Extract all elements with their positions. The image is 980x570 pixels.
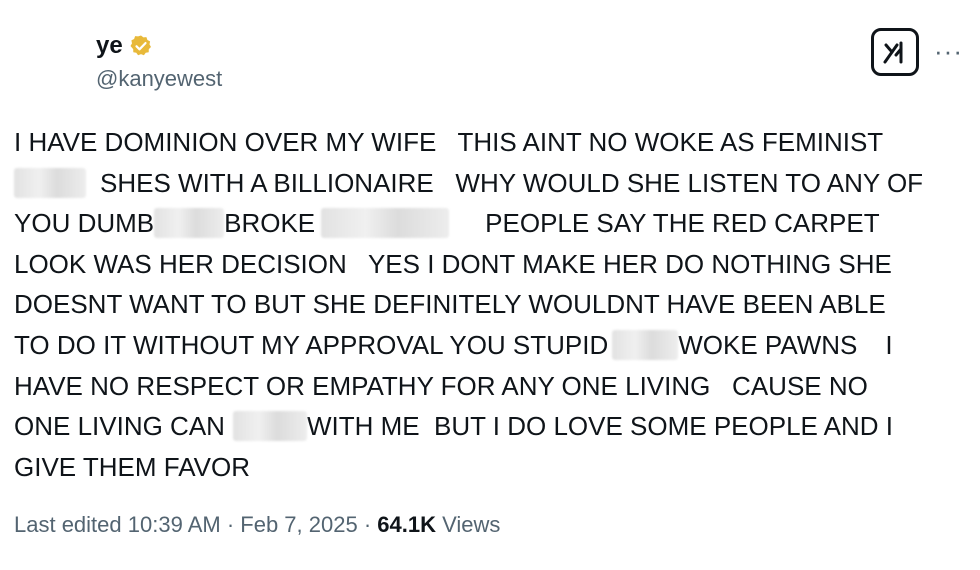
tweet-meta: Last edited 10:39 AM · Feb 7, 2025 · 64.… bbox=[14, 512, 500, 538]
tweet-line: YOU DUMB BROKE PEOPLE SAY THE RED CARPET bbox=[14, 203, 974, 244]
separator: · bbox=[357, 512, 378, 537]
tweet-text-segment: DOESNT WANT TO BUT SHE DEFINITELY WOULDN… bbox=[14, 289, 886, 320]
tweet-text-segment: I HAVE DOMINION OVER MY WIFE THIS AINT N… bbox=[14, 127, 884, 157]
views-count[interactable]: 64.1K bbox=[377, 512, 436, 537]
tweet-line: LOOK WAS HER DECISION YES I DONT MAKE HE… bbox=[14, 244, 974, 285]
views-label: Views bbox=[435, 512, 501, 537]
tweet-text: I HAVE DOMINION OVER MY WIFE THIS AINT N… bbox=[14, 122, 974, 487]
more-options-button[interactable]: ··· bbox=[934, 38, 963, 64]
verified-gold-badge-icon bbox=[130, 35, 151, 56]
tweet-text-segment: ONE LIVING CAN bbox=[14, 411, 225, 442]
censored-word bbox=[154, 208, 225, 239]
edited-label[interactable]: Last edited 10:39 AM bbox=[14, 512, 221, 537]
tweet-line: ONE LIVING CAN WITH ME BUT I DO LOVE SOM… bbox=[14, 406, 974, 447]
author-name-row[interactable]: ye bbox=[96, 32, 153, 60]
avatar[interactable] bbox=[14, 28, 80, 94]
tweet-line: TO DO IT WITHOUT MY APPROVAL YOU STUPID … bbox=[14, 325, 974, 366]
tweet-line: GIVE THEM FAVOR bbox=[14, 447, 974, 488]
censored-word bbox=[14, 167, 86, 198]
post-date[interactable]: Feb 7, 2025 bbox=[240, 512, 357, 537]
tweet-line: SHES WITH A BILLIONAIRE WHY WOULD SHE LI… bbox=[14, 163, 974, 204]
tweet-text-segment: SHES WITH A BILLIONAIRE WHY WOULD SHE LI… bbox=[100, 167, 924, 198]
censored-word bbox=[321, 208, 450, 239]
tweet-text-segment: I bbox=[885, 329, 893, 360]
tweet-line: HAVE NO RESPECT OR EMPATHY FOR ANY ONE L… bbox=[14, 366, 974, 407]
tweet-text-segment: HAVE NO RESPECT OR EMPATHY FOR ANY ONE L… bbox=[14, 370, 868, 401]
censored-word bbox=[232, 411, 307, 442]
tweet-line: I HAVE DOMINION OVER MY WIFE THIS AINT N… bbox=[14, 122, 974, 163]
display-name[interactable]: ye bbox=[96, 32, 123, 60]
separator: · bbox=[220, 512, 241, 537]
tweet-text-segment: GIVE THEM FAVOR bbox=[14, 451, 250, 482]
grok-button[interactable] bbox=[871, 28, 919, 76]
tweet-text-segment: WITH ME BUT I DO LOVE SOME PEOPLE AND I bbox=[306, 411, 894, 442]
tweet-text-segment: LOOK WAS HER DECISION YES I DONT MAKE HE… bbox=[14, 248, 892, 279]
tweet-text-segment: WOKE PAWNS bbox=[678, 329, 858, 360]
tweet-text-segment: YOU DUMB bbox=[14, 208, 155, 239]
tweet-text-segment: PEOPLE SAY THE RED CARPET bbox=[485, 208, 880, 239]
censored-word bbox=[612, 330, 679, 361]
tweet-text-segment: TO DO IT WITHOUT MY APPROVAL YOU STUPID bbox=[14, 329, 609, 360]
user-handle[interactable]: @kanyewest bbox=[96, 66, 222, 92]
tweet-line: DOESNT WANT TO BUT SHE DEFINITELY WOULDN… bbox=[14, 284, 974, 325]
grok-icon bbox=[883, 41, 903, 64]
more-icon: ··· bbox=[934, 36, 963, 66]
tweet-text-segment: BROKE bbox=[224, 208, 316, 239]
